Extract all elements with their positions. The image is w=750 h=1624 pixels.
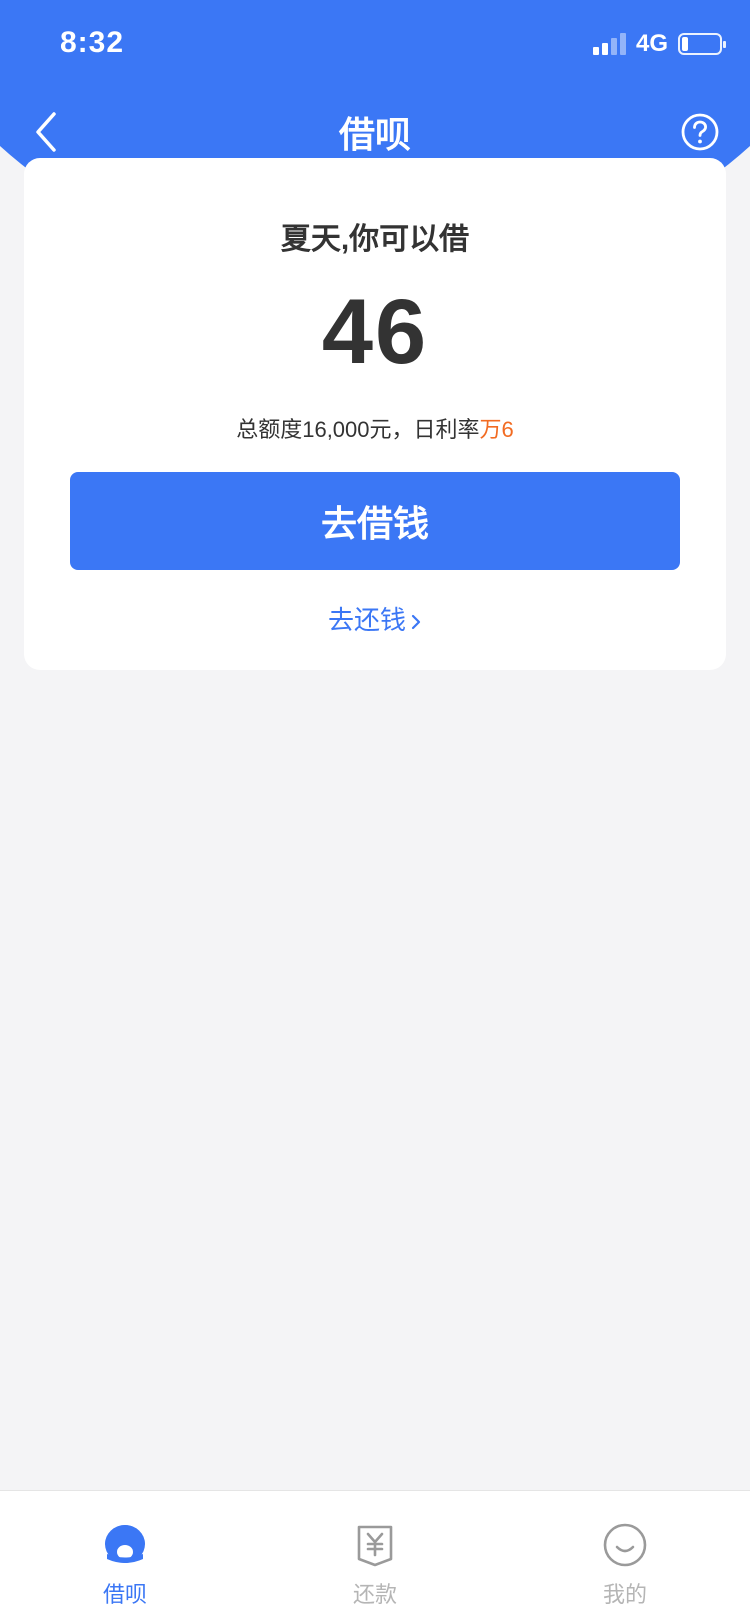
battery-icon — [678, 33, 726, 55]
repay-yen-icon — [357, 1525, 393, 1567]
available-amount: 46 — [321, 281, 429, 383]
chevron-right-icon — [411, 615, 421, 630]
status-time: 8:32 — [60, 26, 125, 59]
credit-card-panel: 夏天,你可以借 46 总额度16,000元，日利率万6 去借钱 去还钱 — [24, 158, 726, 670]
tab-label: 还款 — [352, 1582, 397, 1607]
limit-info: 总额度16,000元，日利率万6 — [24, 412, 726, 444]
jiebei-icon — [105, 1525, 145, 1563]
page-title: 借呗 — [338, 114, 411, 155]
tab-label: 借呗 — [102, 1582, 147, 1607]
status-indicators: 4G — [592, 30, 726, 58]
tab-label: 我的 — [602, 1582, 647, 1607]
tab-repay[interactable]: 还款 — [315, 1521, 435, 1609]
borrow-button[interactable]: 去借钱 — [70, 472, 680, 570]
question-circle-icon[interactable] — [680, 112, 720, 152]
network-type: 4G — [635, 30, 668, 57]
jiebei-screen: 8:32 4G 借呗 夏天,你可以借 46 总额度16,000元，日利率万6 去… — [0, 0, 750, 1624]
daily-rate: 万6 — [479, 417, 514, 442]
repay-link-label: 去还钱 — [327, 605, 406, 635]
limit-text: 总额度16,000元，日利率 — [236, 417, 480, 442]
smiley-icon — [603, 1523, 647, 1567]
repay-link[interactable]: 去还钱 — [24, 600, 726, 637]
tab-mine[interactable]: 我的 — [565, 1521, 685, 1609]
greeting-text: 夏天,你可以借 — [280, 223, 470, 256]
tab-bar: 借呗 还款 我的 — [0, 1490, 750, 1624]
signal-icon — [592, 33, 626, 55]
status-bar: 8:32 4G — [0, 0, 750, 90]
tab-jiebei[interactable]: 借呗 — [65, 1521, 185, 1609]
